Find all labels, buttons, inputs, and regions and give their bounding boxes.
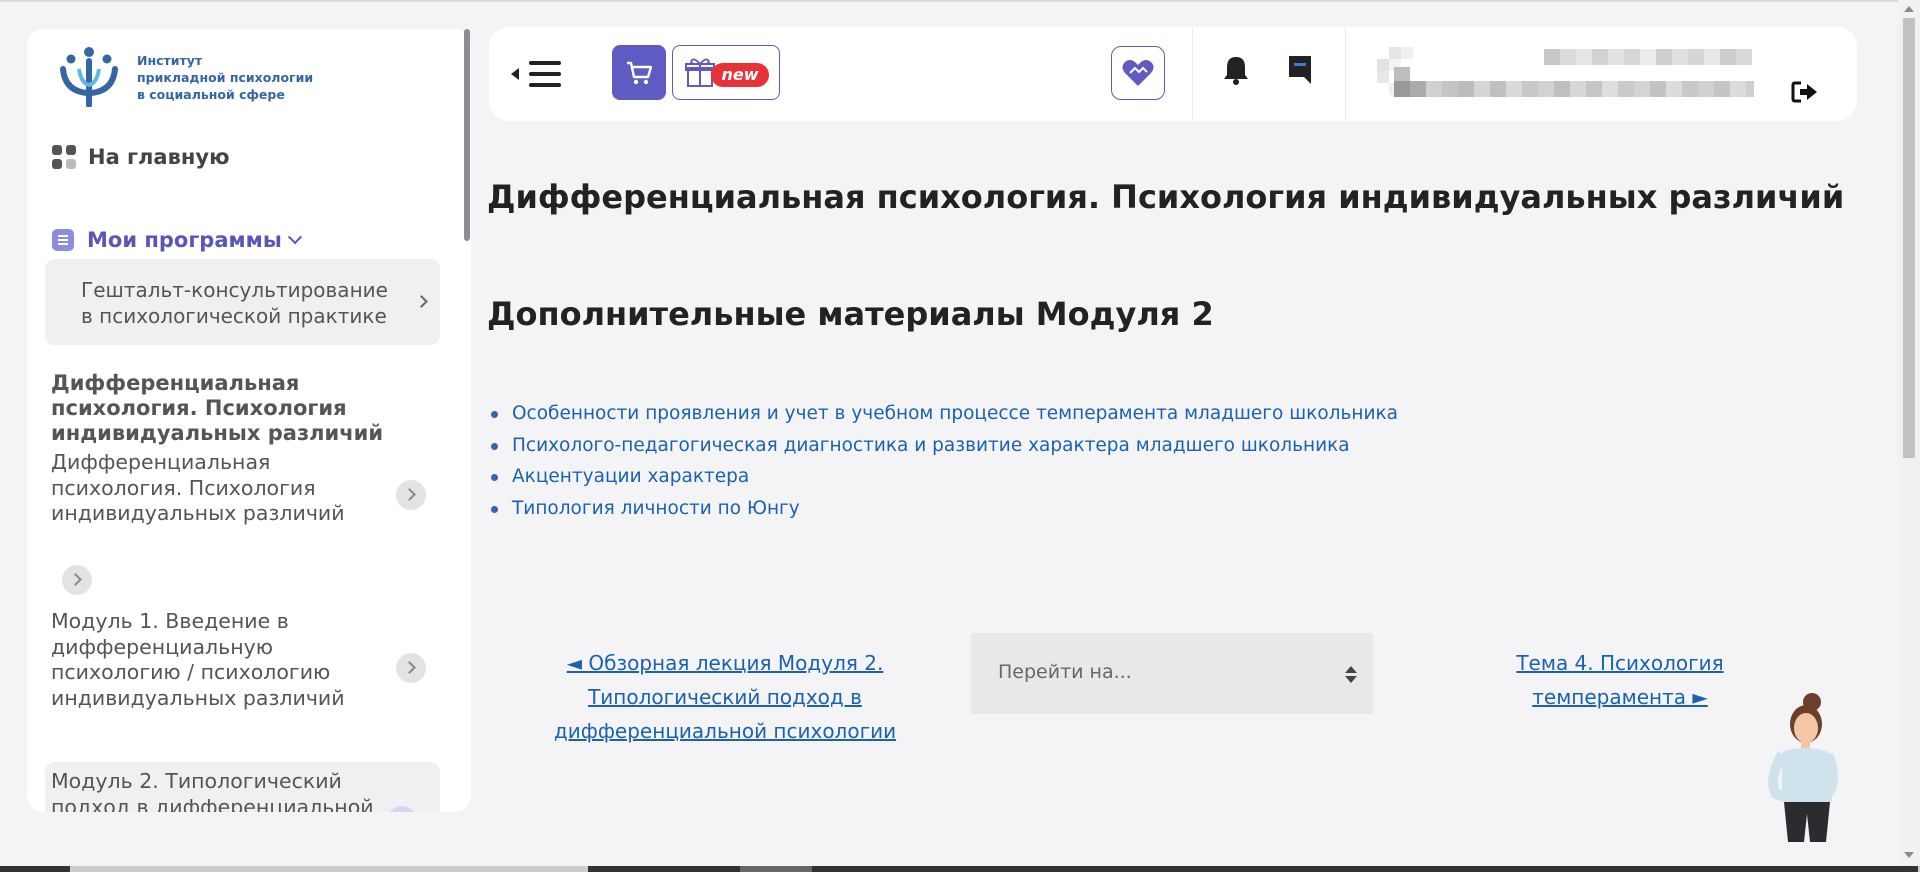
logo-text: Институт прикладной психологии в социаль… (137, 53, 314, 102)
select-arrows-icon (1345, 666, 1357, 684)
jump-to-placeholder: Перейти на... (998, 661, 1132, 683)
institute-logo[interactable]: Институт прикладной психологии в социаль… (57, 43, 337, 113)
sidebar-section-label: Модуль 2. Типологический подход в диффер… (51, 769, 374, 812)
expand-chevron-icon[interactable] (396, 653, 426, 683)
dashboard-grid-icon (52, 145, 76, 169)
new-badge: new (711, 63, 769, 87)
next-activity-link[interactable]: Тема 4. Психология темперамента ► (1440, 646, 1800, 714)
scrollbar-thumb[interactable] (1903, 18, 1915, 458)
material-link[interactable]: Особенности проявления и учет в учебном … (512, 403, 1398, 424)
list-item: Особенности проявления и учет в учебном … (490, 398, 1398, 430)
materials-list: Особенности проявления и учет в учебном … (490, 398, 1398, 524)
messages-button[interactable] (1286, 54, 1314, 90)
sidebar-course-title: Дифференциальная психология. Психология … (51, 371, 384, 445)
user-info-blurred (1394, 49, 1754, 97)
scroll-down-arrow-icon[interactable] (1904, 852, 1914, 858)
institute-logo-icon (60, 47, 118, 107)
sidebar-item-home-label: На главную (88, 145, 230, 169)
sidebar-item-my-programs[interactable]: Мои программы (52, 225, 302, 255)
material-link[interactable]: Акцентуации характера (512, 466, 749, 487)
chevron-down-icon (287, 230, 302, 245)
material-link[interactable]: Психолого-педагогическая диагностика и р… (512, 435, 1350, 456)
gift-new-button[interactable]: new (672, 45, 780, 100)
sidebar-section-label: Модуль 1. Введение в дифференциальную пс… (51, 609, 345, 710)
support-handshake-icon (1122, 60, 1154, 86)
chevron-right-icon (415, 295, 428, 308)
cart-icon (627, 61, 653, 84)
list-item: Типология личности по Юнгу (490, 493, 1398, 525)
page-title: Дифференциальная психология. Психология … (487, 178, 1845, 216)
page-scrollbar[interactable] (1898, 0, 1920, 872)
section-title: Дополнительные материалы Модуля 2 (487, 295, 1214, 333)
notifications-button[interactable] (1222, 54, 1250, 90)
jump-to-select[interactable]: Перейти на... (971, 633, 1373, 714)
sidebar-item-home[interactable]: На главную (52, 141, 229, 173)
sidebar-section-item[interactable]: Модуль 1. Введение в дифференциальную пс… (51, 609, 441, 719)
collapse-chevron-icon[interactable] (387, 806, 417, 812)
sidebar-program-item-label: Гештальт-консультирование в психологичес… (81, 278, 388, 328)
chat-icon (1289, 56, 1311, 84)
logout-icon (1791, 81, 1817, 103)
logout-button[interactable] (1791, 80, 1819, 108)
top-header: new (489, 27, 1857, 121)
header-divider (1192, 27, 1193, 121)
hamburger-icon (529, 61, 561, 94)
scroll-up-arrow-icon[interactable] (1904, 6, 1914, 12)
cart-button[interactable] (612, 45, 666, 100)
menu-toggle-button[interactable] (511, 57, 561, 91)
sidebar-section-item[interactable]: Модуль 2. Типологический подход в диффер… (51, 769, 441, 812)
sidebar-section-label: Дифференциальная психология. Психология … (51, 450, 345, 525)
expand-chevron-icon[interactable] (62, 565, 92, 595)
material-link[interactable]: Типология личности по Юнгу (512, 498, 800, 519)
sidebar-item-my-programs-label: Мои программы (87, 228, 282, 252)
collapse-arrow-icon (511, 68, 519, 80)
expand-chevron-icon[interactable] (396, 480, 426, 510)
sidebar-section-item[interactable]: Дифференциальная психология. Психология … (51, 450, 441, 560)
list-item: Акцентуации характера (490, 461, 1398, 493)
sidebar-program-item[interactable]: Гештальт-консультирование в психологичес… (45, 259, 440, 345)
assistant-character-icon[interactable] (1762, 690, 1840, 842)
support-button[interactable] (1111, 46, 1165, 100)
header-divider (1345, 27, 1346, 121)
sidebar: Институт прикладной психологии в социаль… (27, 29, 471, 812)
bell-icon (1224, 57, 1248, 85)
sidebar-scrollbar[interactable] (464, 29, 470, 241)
list-item: Психолого-педагогическая диагностика и р… (490, 430, 1398, 462)
document-icon (52, 229, 74, 251)
taskbar-strip (0, 866, 1920, 872)
previous-activity-link[interactable]: ◄ Обзорная лекция Модуля 2. Типологическ… (545, 646, 905, 748)
window-top-border (0, 0, 1920, 2)
